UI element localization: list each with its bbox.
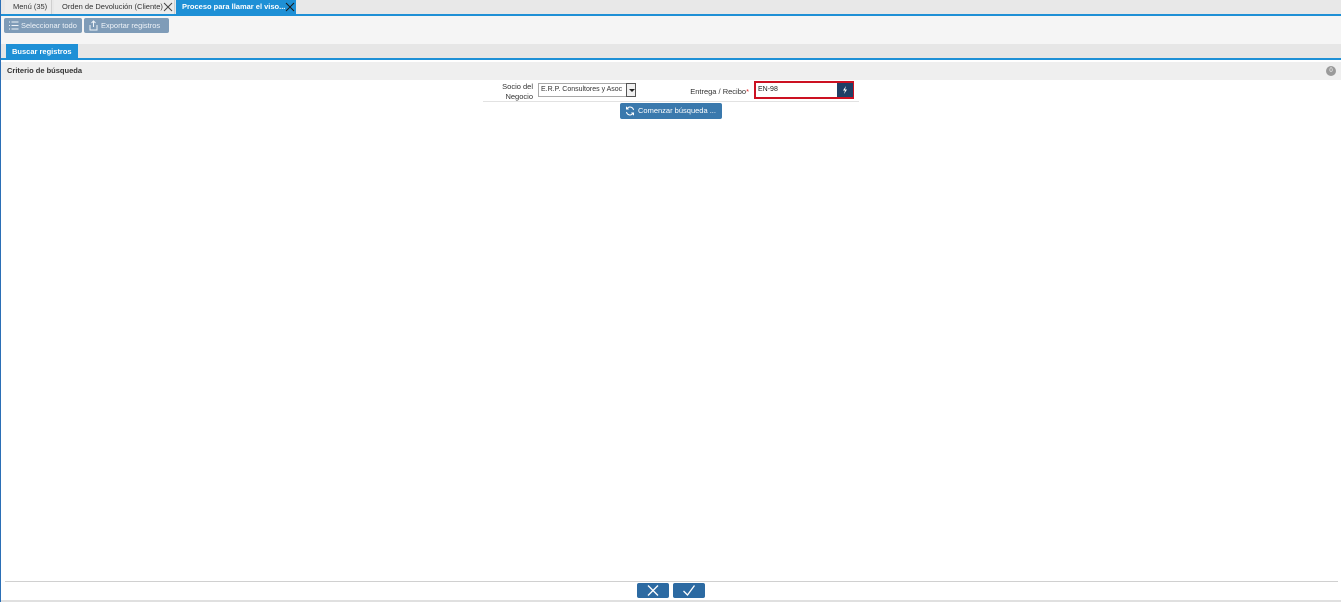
tab-return-order[interactable]: Orden de Devolución (Cliente) [54, 0, 175, 14]
shipment-label: Entrega / Recibo* [669, 87, 749, 97]
close-icon[interactable] [285, 2, 295, 12]
criteria-count-badge: 0 [1326, 66, 1336, 76]
search-form: Socio del Negocio E.R.P. Consultores y A… [483, 80, 859, 102]
shipment-field[interactable] [754, 81, 854, 99]
shipment-label-text: Entrega / Recibo [690, 87, 747, 96]
lookup-button[interactable] [837, 83, 853, 97]
tab-strip: Menú (35) Orden de Devolución (Cliente) … [1, 0, 1341, 16]
close-icon[interactable] [163, 2, 173, 12]
chevron-down-icon[interactable] [626, 83, 636, 97]
start-search-label: Comenzar búsqueda ... [638, 106, 716, 115]
tab-label: Menú (35) [13, 2, 48, 11]
bpartner-label: Socio del Negocio [502, 82, 533, 101]
cancel-button[interactable] [637, 583, 669, 598]
tab-search-records[interactable]: Buscar registros [6, 44, 78, 59]
export-label: Exportar registros [101, 21, 161, 30]
criteria-title: Criterio de búsqueda [7, 66, 83, 75]
list-icon [8, 20, 19, 31]
select-all-button[interactable]: Seleccionar todo [4, 18, 82, 33]
bpartner-select[interactable]: E.R.P. Consultores y Asoc [538, 83, 636, 97]
required-mark: * [746, 87, 749, 96]
tab-menu[interactable]: Menú (35) [5, 0, 52, 14]
search-tabbar: Buscar registros [1, 44, 1341, 60]
tab-label: Orden de Devolución (Cliente) [62, 2, 163, 11]
app-window: Menú (35) Orden de Devolución (Cliente) … [0, 0, 1341, 602]
shipment-input[interactable] [758, 83, 834, 96]
export-icon [88, 20, 99, 31]
start-search-button[interactable]: Comenzar búsqueda ... [620, 103, 722, 119]
check-icon [683, 585, 696, 596]
ok-button[interactable] [673, 583, 705, 598]
criteria-header[interactable]: Criterio de búsqueda 0 [1, 62, 1341, 80]
refresh-icon [625, 106, 635, 122]
tab-label: Proceso para llamar el viso... [182, 2, 286, 11]
footer-divider [5, 581, 1338, 582]
toolbar: Seleccionar todo Exportar registros [1, 16, 1341, 44]
tab-process[interactable]: Proceso para llamar el viso... [176, 0, 296, 14]
export-button[interactable]: Exportar registros [84, 18, 169, 33]
select-all-label: Seleccionar todo [21, 21, 77, 30]
close-icon [647, 585, 659, 596]
lightning-icon [843, 86, 847, 94]
